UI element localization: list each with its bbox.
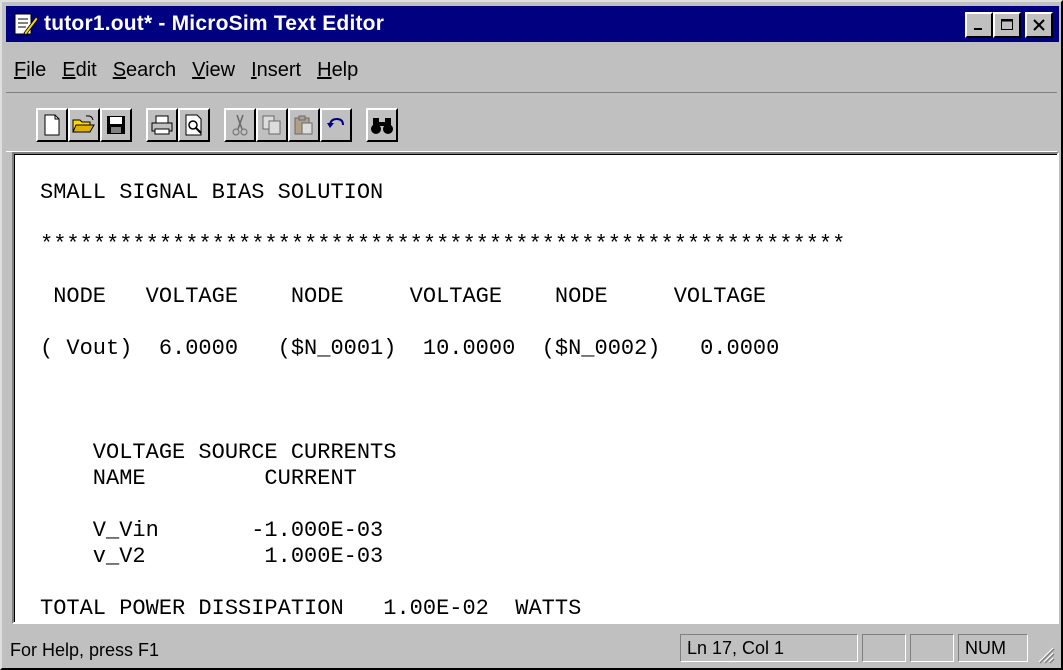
editor-line: V_Vin -1.000E-03 <box>40 518 384 543</box>
cut-button[interactable] <box>224 108 256 142</box>
menu-insert[interactable]: Insert <box>243 59 309 82</box>
editor-line: TOTAL POWER DISSIPATION 1.00E-02 WATTS <box>40 596 582 621</box>
editor-line: NODE VOLTAGE NODE VOLTAGE NODE VOLTAGE <box>40 284 767 309</box>
save-button[interactable] <box>100 108 132 142</box>
menu-edit[interactable]: Edit <box>54 59 104 82</box>
editor-line: NAME CURRENT <box>40 466 357 491</box>
open-button[interactable] <box>68 108 100 142</box>
undo-button[interactable] <box>320 108 352 142</box>
text-editor-area[interactable]: SMALL SIGNAL BIAS SOLUTION *************… <box>12 152 1059 624</box>
editor-line: SMALL SIGNAL BIAS SOLUTION <box>40 180 384 205</box>
minimize-icon <box>974 28 982 30</box>
status-help-text: For Help, press F1 <box>10 640 160 660</box>
text-editor-icon <box>14 13 38 36</box>
editor-line: v_V2 1.000E-03 <box>40 544 384 569</box>
cut-icon <box>232 114 248 136</box>
menu-help[interactable]: Help <box>309 59 366 82</box>
close-icon <box>1033 19 1045 31</box>
toolbar <box>6 92 1057 152</box>
editor-line: VOLTAGE SOURCE CURRENTS <box>40 440 397 465</box>
print-icon <box>151 115 173 135</box>
print-button[interactable] <box>146 108 178 142</box>
copy-icon <box>262 115 281 135</box>
copy-button[interactable] <box>256 108 288 142</box>
minimize-button[interactable] <box>965 12 993 38</box>
menu-view[interactable]: View <box>184 59 243 82</box>
menu-bar: File Edit Search View Insert Help <box>6 52 366 88</box>
print-preview-icon <box>185 114 202 136</box>
resize-grip-icon[interactable] <box>1035 644 1055 664</box>
paste-icon <box>294 115 313 135</box>
status-num-lock: NUM <box>958 634 1028 662</box>
status-cursor-position: Ln 17, Col 1 <box>680 634 858 662</box>
new-icon <box>44 114 60 136</box>
menu-file[interactable]: File <box>6 59 54 82</box>
status-pane-ovr <box>910 634 954 662</box>
maximize-icon <box>1001 19 1013 30</box>
window-title: tutor1.out* - MicroSim Text Editor <box>44 12 385 35</box>
editor-line: ****************************************… <box>40 232 846 257</box>
open-folder-icon <box>72 115 95 133</box>
new-button[interactable] <box>36 108 68 142</box>
status-pane-caps <box>862 634 906 662</box>
title-bar[interactable]: tutor1.out* - MicroSim Text Editor <box>6 6 1059 42</box>
save-icon <box>107 116 125 134</box>
undo-icon <box>327 117 344 128</box>
main-window: tutor1.out* - MicroSim Text Editor File … <box>0 0 1063 670</box>
editor-line: ( Vout) 6.0000 ($N_0001) 10.0000 ($N_000… <box>40 336 780 361</box>
binoculars-icon <box>371 118 393 134</box>
find-button[interactable] <box>366 108 398 142</box>
close-button[interactable] <box>1025 12 1053 38</box>
editor-content[interactable]: SMALL SIGNAL BIAS SOLUTION *************… <box>40 180 845 622</box>
print-preview-button[interactable] <box>178 108 210 142</box>
menu-search[interactable]: Search <box>105 59 184 82</box>
paste-button[interactable] <box>288 108 320 142</box>
status-bar: For Help, press F1 Ln 17, Col 1 NUM <box>6 632 1057 666</box>
maximize-button[interactable] <box>993 12 1021 38</box>
